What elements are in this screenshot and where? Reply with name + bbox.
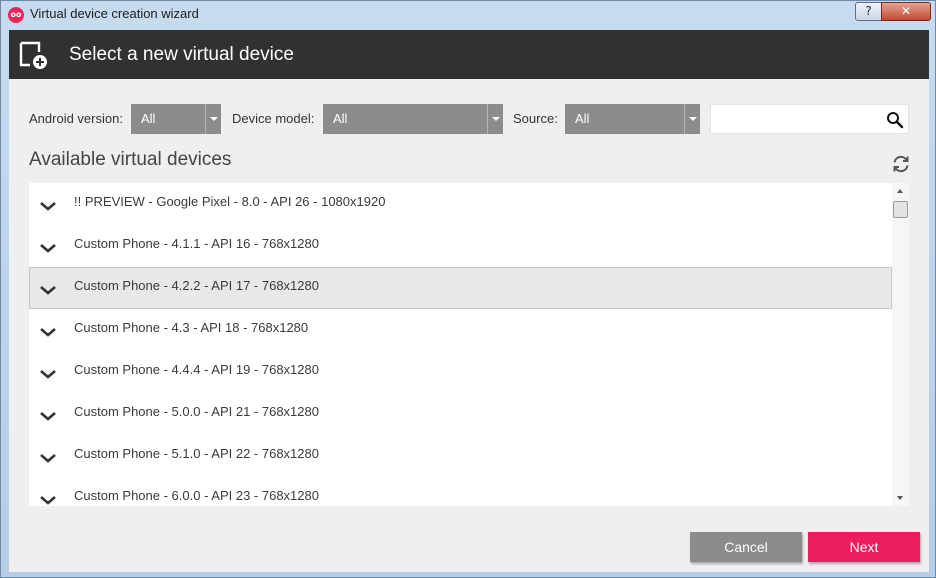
window-title: Virtual device creation wizard [30, 6, 199, 21]
list-item[interactable]: !! PREVIEW - Google Pixel - 8.0 - API 26… [29, 183, 892, 225]
page-title: Select a new virtual device [69, 44, 294, 65]
list-item-label: Custom Phone - 4.3 - API 18 - 768x1280 [74, 320, 309, 335]
chevron-down-icon[interactable] [39, 326, 57, 338]
wizard-content: Select a new virtual device Android vers… [9, 30, 929, 572]
search-box [710, 104, 909, 134]
list-item[interactable]: Custom Phone - 5.0.0 - API 21 - 768x1280 [29, 393, 892, 435]
scroll-up-arrow[interactable] [892, 183, 909, 200]
list-item[interactable]: Custom Phone - 4.1.1 - API 16 - 768x1280 [29, 225, 892, 267]
list-item-label: Custom Phone - 5.1.0 - API 22 - 768x1280 [74, 446, 319, 461]
scroll-down-arrow[interactable] [892, 489, 909, 506]
chevron-down-icon [205, 104, 221, 134]
cancel-button[interactable]: Cancel [690, 532, 802, 562]
refresh-icon[interactable] [891, 154, 911, 174]
title-bar[interactable]: oo Virtual device creation wizard ? ✕ [1, 1, 935, 29]
android-version-value: All [141, 111, 156, 126]
android-version-select[interactable]: All [131, 104, 221, 134]
list-item[interactable]: Custom Phone - 4.3 - API 18 - 768x1280 [29, 309, 892, 351]
close-button[interactable]: ✕ [881, 2, 931, 21]
chevron-down-icon[interactable] [39, 200, 57, 212]
chevron-down-icon[interactable] [39, 494, 57, 506]
list-item[interactable]: Custom Phone - 6.0.0 - API 23 - 768x1280 [29, 477, 892, 506]
app-logo-icon: oo [8, 7, 24, 23]
filter-bar: Android version: All Device model: All S… [9, 104, 929, 134]
scroll-thumb[interactable] [893, 201, 908, 218]
device-list[interactable]: !! PREVIEW - Google Pixel - 8.0 - API 26… [29, 183, 909, 506]
device-model-label: Device model: [232, 111, 315, 126]
android-version-label: Android version: [29, 111, 123, 126]
list-item-label: Custom Phone - 4.1.1 - API 16 - 768x1280 [74, 236, 319, 251]
list-item[interactable]: Custom Phone - 4.4.4 - API 19 - 768x1280 [29, 351, 892, 393]
list-item-label: Custom Phone - 5.0.0 - API 21 - 768x1280 [74, 404, 319, 419]
list-item-label: !! PREVIEW - Google Pixel - 8.0 - API 26… [74, 194, 386, 209]
chevron-down-icon[interactable] [39, 410, 57, 422]
device-model-value: All [333, 111, 348, 126]
source-value: All [575, 111, 590, 126]
search-input[interactable] [711, 105, 881, 133]
list-item-label: Custom Phone - 6.0.0 - API 23 - 768x1280 [74, 488, 319, 503]
help-button[interactable]: ? [855, 2, 882, 21]
chevron-down-icon [684, 104, 700, 134]
search-icon[interactable] [886, 111, 904, 129]
list-scrollbar[interactable] [892, 183, 909, 506]
wizard-window: oo Virtual device creation wizard ? ✕ Se… [0, 0, 936, 578]
list-item[interactable]: Custom Phone - 5.1.0 - API 22 - 768x1280 [29, 435, 892, 477]
wizard-header: Select a new virtual device [9, 30, 929, 79]
device-list-items: !! PREVIEW - Google Pixel - 8.0 - API 26… [29, 183, 892, 506]
list-item-label: Custom Phone - 4.4.4 - API 19 - 768x1280 [74, 362, 319, 377]
list-item[interactable]: Custom Phone - 4.2.2 - API 17 - 768x1280 [29, 267, 892, 309]
source-select[interactable]: All [565, 104, 700, 134]
chevron-down-icon[interactable] [39, 452, 57, 464]
chevron-down-icon [487, 104, 503, 134]
next-button[interactable]: Next [808, 532, 920, 562]
device-model-select[interactable]: All [323, 104, 503, 134]
chevron-down-icon[interactable] [39, 284, 57, 296]
source-label: Source: [513, 111, 558, 126]
chevron-down-icon[interactable] [39, 368, 57, 380]
chevron-down-icon[interactable] [39, 242, 57, 254]
add-device-icon [19, 41, 47, 69]
available-devices-title: Available virtual devices [29, 149, 232, 170]
list-item-label: Custom Phone - 4.2.2 - API 17 - 768x1280 [74, 278, 319, 293]
